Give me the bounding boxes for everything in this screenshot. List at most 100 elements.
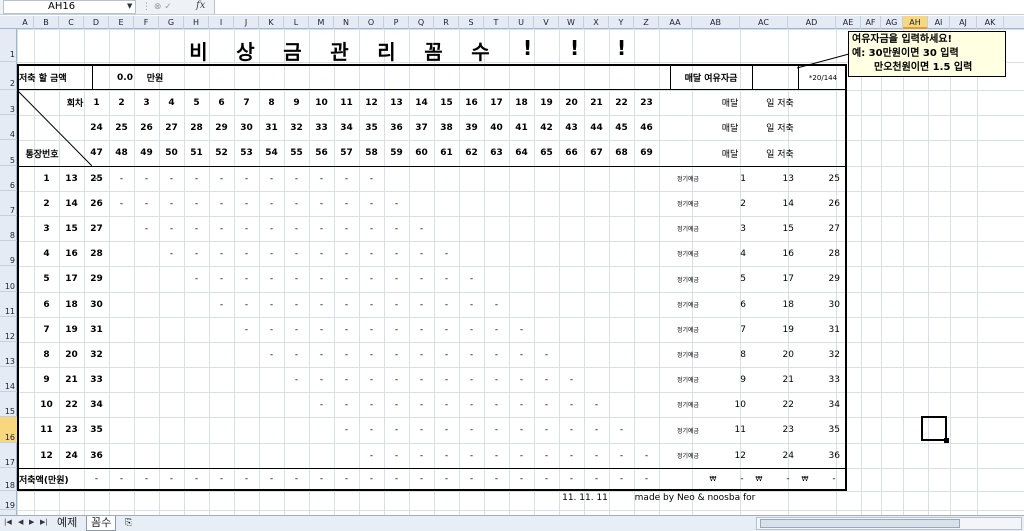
- dash-cell: -: [519, 349, 524, 360]
- fill-handle[interactable]: [944, 438, 949, 443]
- bankbook-number: 9: [43, 374, 50, 385]
- bankbook-value: 20: [782, 349, 794, 360]
- row-header[interactable]: 14: [0, 367, 17, 392]
- row-header[interactable]: 17: [0, 443, 17, 468]
- column-header[interactable]: AA: [659, 16, 692, 29]
- name-box-dropdown-icon[interactable]: ▼: [127, 2, 132, 10]
- border: [670, 64, 671, 90]
- row-header[interactable]: 4: [0, 115, 17, 140]
- dash-cell: -: [369, 399, 374, 410]
- dash-cell: -: [319, 274, 324, 284]
- dash-cell: -: [519, 450, 524, 461]
- column-header[interactable]: AH: [903, 16, 928, 29]
- row-header[interactable]: 10: [0, 266, 17, 292]
- column-header[interactable]: O: [359, 16, 384, 29]
- column-header[interactable]: AK: [977, 16, 1004, 29]
- dash-cell: -: [319, 324, 324, 335]
- column-header[interactable]: C: [59, 16, 84, 29]
- column-header[interactable]: D: [84, 16, 109, 29]
- round-number: 30: [240, 122, 253, 133]
- column-header[interactable]: A: [17, 16, 34, 29]
- sheet-tab-example[interactable]: 예제: [53, 516, 81, 531]
- comment-line-3: 만오천원이면 1.5 입력: [874, 62, 973, 73]
- column-header[interactable]: V: [534, 16, 559, 29]
- column-header[interactable]: I: [209, 16, 234, 29]
- column-header[interactable]: U: [509, 16, 534, 29]
- scrollbar-thumb[interactable]: [760, 519, 960, 528]
- column-header[interactable]: S: [459, 16, 484, 29]
- column-header[interactable]: G: [159, 16, 184, 29]
- column-header[interactable]: AB: [692, 16, 740, 29]
- formula-bar: AH16 ▼ ⋮ ⊗ ✓ fx: [0, 0, 1024, 15]
- dash-cell: -: [494, 399, 499, 410]
- function-icon[interactable]: fx: [196, 0, 205, 11]
- dash-cell: -: [319, 198, 324, 209]
- row-header[interactable]: 9: [0, 241, 17, 266]
- row-header[interactable]: 6: [0, 166, 17, 191]
- column-header[interactable]: AG: [881, 16, 903, 29]
- column-header[interactable]: E: [109, 16, 134, 29]
- column-header[interactable]: AI: [928, 16, 950, 29]
- column-header[interactable]: AJ: [950, 16, 977, 29]
- column-header[interactable]: Q: [409, 16, 434, 29]
- prev-sheet-icon[interactable]: ◀: [18, 518, 23, 526]
- column-header[interactable]: H: [184, 16, 209, 29]
- name-box[interactable]: AH16: [3, 0, 136, 14]
- dash-cell: -: [219, 198, 224, 209]
- row-header[interactable]: 7: [0, 191, 17, 216]
- formula-input[interactable]: [214, 0, 1024, 14]
- save-amount-value[interactable]: 0.0: [110, 66, 140, 89]
- row-header[interactable]: 2: [0, 62, 17, 90]
- column-header[interactable]: X: [584, 16, 609, 29]
- last-sheet-icon[interactable]: ▶|: [40, 518, 48, 526]
- bankbook-value: 32: [828, 349, 840, 360]
- dash-cell: -: [469, 450, 474, 461]
- bankbook-number: 7: [43, 324, 50, 335]
- dash-cell: -: [194, 248, 199, 259]
- bankbook-number: 5: [43, 274, 50, 284]
- new-sheet-icon[interactable]: ⎘: [121, 516, 136, 531]
- column-header[interactable]: AC: [740, 16, 788, 29]
- bankbook-value: 23: [782, 425, 794, 435]
- column-header[interactable]: AD: [788, 16, 836, 29]
- column-header[interactable]: W: [559, 16, 584, 29]
- column-header[interactable]: N: [334, 16, 359, 29]
- round-number: 16: [465, 97, 478, 108]
- column-header[interactable]: J: [234, 16, 259, 29]
- bankbook-value: 16: [782, 248, 794, 259]
- row-header[interactable]: 8: [0, 216, 17, 241]
- total-dash: -: [594, 474, 599, 484]
- row-header[interactable]: 3: [0, 90, 17, 115]
- row-header[interactable]: 5: [0, 140, 17, 166]
- next-sheet-icon[interactable]: ▶: [29, 518, 34, 526]
- column-header[interactable]: P: [384, 16, 409, 29]
- row-header[interactable]: 16: [0, 417, 17, 443]
- row-header[interactable]: 18: [0, 468, 17, 491]
- column-header[interactable]: F: [134, 16, 159, 29]
- column-header[interactable]: B: [34, 16, 59, 29]
- dash-cell: -: [119, 173, 124, 184]
- first-sheet-icon[interactable]: |◀: [4, 518, 12, 526]
- row-header[interactable]: 12: [0, 317, 17, 342]
- column-header[interactable]: Y: [609, 16, 634, 29]
- dash-cell: -: [394, 248, 399, 259]
- row-header[interactable]: 19: [0, 491, 17, 510]
- column-header[interactable]: T: [484, 16, 509, 29]
- bankbook-value: 22: [782, 399, 794, 410]
- row-header[interactable]: 11: [0, 292, 17, 317]
- column-header[interactable]: L: [284, 16, 309, 29]
- column-header[interactable]: Z: [634, 16, 659, 29]
- column-header[interactable]: K: [259, 16, 284, 29]
- column-header[interactable]: AF: [861, 16, 881, 29]
- bankbook-number: 34: [90, 399, 103, 410]
- deposit-label: 정기예금: [676, 302, 700, 309]
- row-header[interactable]: 15: [0, 392, 17, 417]
- column-header[interactable]: R: [434, 16, 459, 29]
- row-header[interactable]: 13: [0, 342, 17, 367]
- dash-cell: -: [294, 223, 299, 234]
- sheet-tab-active[interactable]: 꼼수: [86, 516, 117, 531]
- row-header[interactable]: 1: [0, 29, 17, 62]
- column-header[interactable]: AE: [836, 16, 861, 29]
- column-header[interactable]: M: [309, 16, 334, 29]
- round-number: 3: [143, 97, 150, 108]
